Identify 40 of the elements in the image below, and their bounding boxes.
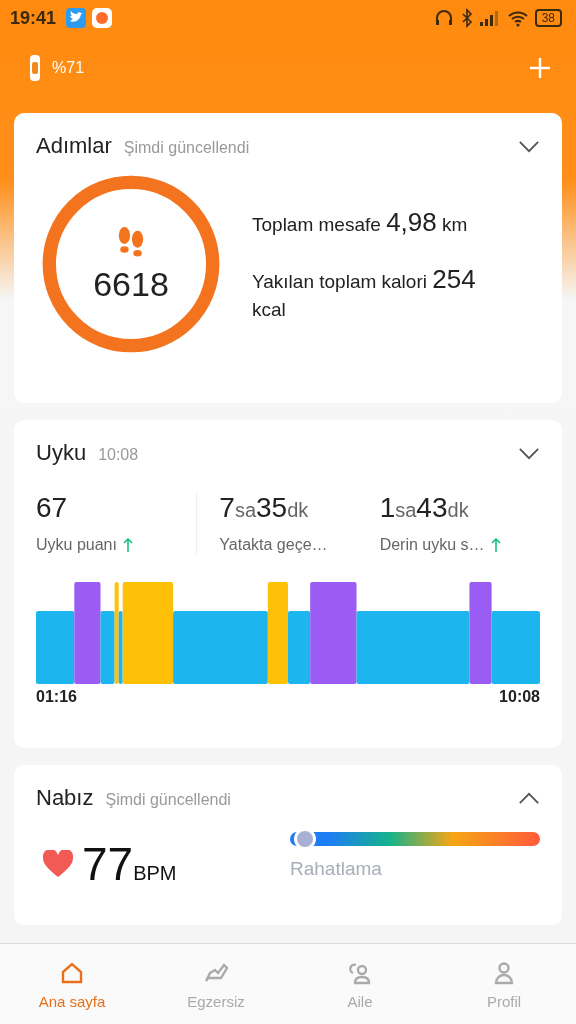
- heart-icon: [42, 850, 74, 878]
- metric-value: 7sa35dk: [219, 492, 310, 524]
- stat-text: Yakılan toplam kalori 254 kcal: [252, 262, 477, 323]
- heart-rate-unit: BPM: [133, 862, 177, 885]
- fitness-band-icon: [28, 54, 42, 82]
- footprints-icon: [116, 224, 146, 259]
- nav-tab[interactable]: Ana sayfa: [0, 944, 144, 1024]
- metric-value: 1sa43dk: [379, 492, 470, 524]
- step-count: 6618: [93, 264, 169, 304]
- sleep-time: 10:08: [98, 446, 139, 464]
- status-time: 19:41: [10, 7, 57, 29]
- heart-rate-card[interactable]: Nabız Şimdi güncellendi 77BPM Rahatlama: [14, 765, 562, 925]
- metric-label: Uyku puanı: [36, 536, 117, 554]
- chevron-up-icon[interactable]: [518, 791, 540, 805]
- band-battery: %71: [52, 59, 85, 77]
- heart-zone-label: Rahatlama: [290, 858, 383, 880]
- metric-label: Derin uyku s…: [379, 536, 485, 554]
- bluetooth-icon: [460, 8, 473, 28]
- steps-card[interactable]: Adımlar Şimdi güncellendi 6618 Toplam mesafe 4,98 km Yakılan toplam kalori 254 kcal: [14, 113, 562, 403]
- nav-tab[interactable]: Profil: [432, 944, 576, 1024]
- signal-icon: [478, 8, 501, 28]
- sleep-card[interactable]: Uyku 10:08 67 Uyku puanı 7sa35dk Yatakta geçe… 1sa43dk Derin uyku s… 01:16 10:08: [14, 420, 562, 748]
- chevron-down-icon[interactable]: [518, 139, 540, 153]
- metric-label: Yatakta geçe…: [219, 536, 328, 554]
- stat-text: Toplam mesafe 4,98 km: [252, 206, 469, 240]
- heart-rate-value: 77: [82, 837, 134, 891]
- metric-value: 67: [36, 492, 69, 524]
- start-time: 01:16: [36, 688, 77, 706]
- wifi-icon: [506, 8, 529, 28]
- update-status: Şimdi güncellendi: [123, 139, 250, 157]
- update-status: Şimdi güncellendi: [105, 791, 231, 809]
- card-title: Nabız: [36, 785, 94, 811]
- battery-indicator: 38: [534, 9, 562, 27]
- nav-tab[interactable]: Egzersiz: [144, 944, 288, 1024]
- nav-tab[interactable]: Aile: [288, 944, 432, 1024]
- chevron-down-icon[interactable]: [518, 446, 540, 460]
- end-time: 10:08: [499, 688, 540, 706]
- card-title: Adımlar: [36, 133, 112, 159]
- bird-app-icon: [66, 8, 87, 28]
- card-title: Uyku: [36, 440, 87, 466]
